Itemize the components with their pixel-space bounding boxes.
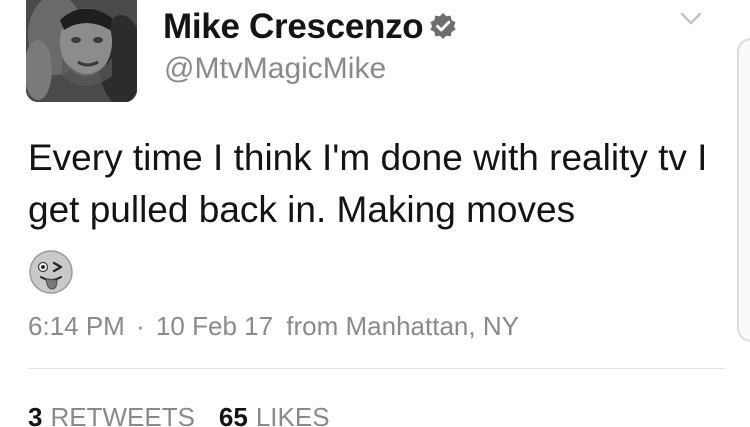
side-panel-edge	[737, 38, 750, 342]
retweets-stat[interactable]: 3 RETWEETS	[28, 402, 195, 427]
tweet-date: 10 Feb 17	[155, 311, 274, 341]
tweet-meta: 6:14 PM · 10 Feb 17 from Manhattan, NY	[28, 313, 519, 339]
tweet-time: 6:14 PM	[28, 311, 125, 341]
tweet-text: Every time I think I'm done with reality…	[28, 137, 708, 230]
tweet-stats: 3 RETWEETS 65 LIKES	[28, 404, 330, 427]
retweets-count: 3	[28, 402, 43, 427]
profile-photo	[26, 0, 137, 102]
meta-separator: ·	[136, 311, 145, 341]
tweet-location[interactable]: from Manhattan, NY	[286, 311, 519, 341]
likes-stat[interactable]: 65 LIKES	[219, 402, 330, 427]
retweets-label: RETWEETS	[50, 402, 195, 427]
divider	[28, 368, 725, 369]
chevron-down-icon[interactable]	[679, 10, 703, 28]
likes-label: LIKES	[255, 402, 330, 427]
user-handle[interactable]: @MtvMagicMike	[164, 54, 386, 84]
author-name-row[interactable]: Mike Crescenzo	[163, 4, 457, 48]
display-name[interactable]: Mike Crescenzo	[163, 9, 424, 44]
winking-face-with-tongue-icon	[29, 250, 73, 294]
verified-badge-icon	[430, 13, 456, 39]
avatar[interactable]	[26, 0, 137, 102]
likes-count: 65	[218, 402, 248, 427]
